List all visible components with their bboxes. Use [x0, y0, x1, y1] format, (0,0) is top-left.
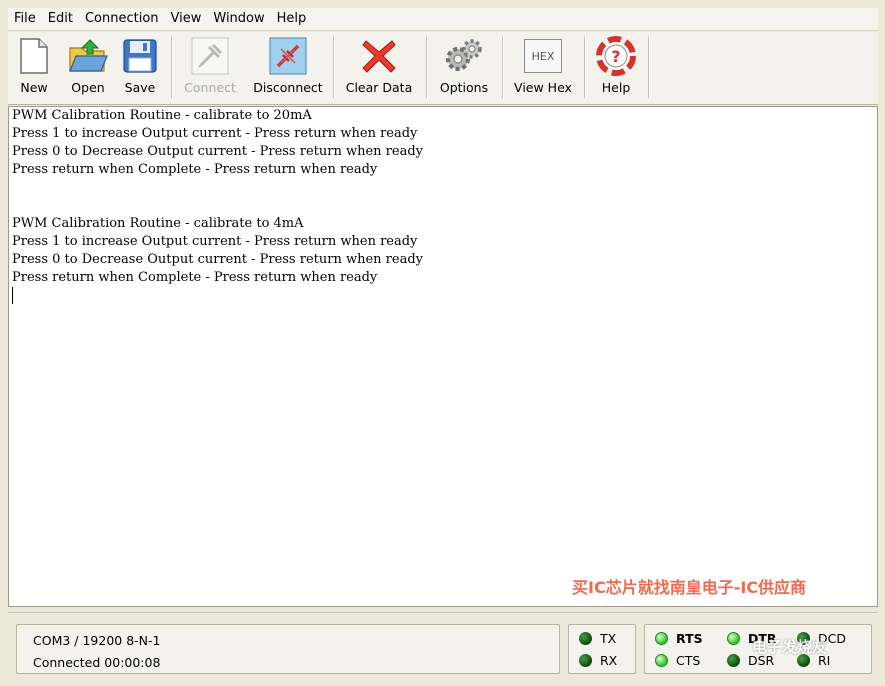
tx-label: TX [600, 631, 617, 646]
tx-indicator: TX [579, 631, 616, 646]
toolbar-separator [648, 36, 650, 98]
connect-label: Connect [184, 80, 236, 95]
connected-time: Connected 00:00:08 [33, 655, 161, 670]
connection-status-panel: COM3 / 19200 8-N-1 Connected 00:00:08 [16, 624, 560, 674]
disconnect-button[interactable]: Disconnect [252, 36, 324, 100]
txrx-lamp-panel: TX RX [568, 624, 636, 674]
new-label: New [20, 80, 48, 95]
cts-label: CTS [676, 653, 701, 668]
new-button[interactable]: New [12, 36, 56, 100]
open-folder-icon [68, 36, 108, 76]
terminal-line: PWM Calibration Routine - calibrate to 2… [12, 108, 312, 123]
rts-label: RTS [676, 631, 703, 646]
lifebuoy-help-icon: ? [596, 36, 636, 76]
clear-data-button[interactable]: Clear Data [344, 36, 414, 100]
tx-led-icon [579, 632, 592, 645]
rx-led-icon [579, 654, 592, 667]
toolbar-separator [584, 36, 586, 98]
menu-help[interactable]: Help [271, 9, 313, 29]
menu-edit[interactable]: Edit [42, 9, 79, 29]
terminal-line: Press return when Complete - Press retur… [12, 162, 378, 177]
open-label: Open [71, 80, 105, 95]
help-label: Help [601, 80, 631, 95]
toolbar-separator [333, 36, 335, 98]
hex-icon: HEX [523, 36, 563, 76]
terminal-line: PWM Calibration Routine - calibrate to 4… [12, 216, 304, 231]
save-label: Save [124, 80, 156, 95]
terminal-line: Press 0 to Decrease Output current - Pre… [12, 144, 423, 159]
menu-connection[interactable]: Connection [79, 9, 165, 29]
text-cursor [12, 287, 13, 304]
options-label: Options [439, 80, 489, 95]
rx-indicator: RX [579, 653, 617, 668]
terminal-line: Press 1 to increase Output current - Pre… [12, 234, 418, 249]
connect-button[interactable]: Connect [180, 36, 240, 100]
open-button[interactable]: Open [64, 36, 112, 100]
help-button[interactable]: ? Help [592, 36, 640, 100]
toolbar: New Open Save Connect Disconnect Clear D… [8, 32, 878, 105]
app-window: File Edit Connection View Window Help Ne… [0, 0, 885, 686]
menu-window[interactable]: Window [207, 9, 270, 29]
view-hex-button[interactable]: HEX View Hex [511, 36, 575, 100]
clear-x-icon [359, 36, 399, 76]
svg-text:?: ? [611, 47, 620, 66]
watermark-text: 买IC芯片就找南皇电子-IC供应商 [572, 578, 807, 597]
view-hex-label: View Hex [514, 80, 572, 95]
clear-data-label: Clear Data [345, 80, 413, 95]
dsr-led-icon [727, 654, 740, 667]
rx-label: RX [600, 653, 618, 668]
dtr-led-icon [727, 632, 740, 645]
toolbar-separator [426, 36, 428, 98]
terminal-line: Press 0 to Decrease Output current - Pre… [12, 252, 423, 267]
save-disk-icon [120, 36, 160, 76]
toolbar-separator [502, 36, 504, 98]
terminal-line: Press return when Complete - Press retur… [12, 270, 378, 285]
menu-bar: File Edit Connection View Window Help [8, 8, 878, 31]
watermark-logo-text: 电子发烧友 [752, 638, 828, 656]
save-button[interactable]: Save [118, 36, 162, 100]
options-button[interactable]: Options [436, 36, 492, 100]
connect-plug-icon [190, 36, 230, 76]
cts-led-icon [655, 654, 668, 667]
disconnect-plug-icon [268, 36, 308, 76]
toolbar-separator [171, 36, 173, 98]
rts-indicator: RTS [655, 631, 703, 646]
terminal-output[interactable]: PWM Calibration Routine - calibrate to 2… [8, 106, 878, 607]
status-bar: COM3 / 19200 8-N-1 Connected 00:00:08 TX… [8, 612, 878, 679]
rts-led-icon [655, 632, 668, 645]
menu-file[interactable]: File [8, 9, 42, 29]
menu-view[interactable]: View [165, 9, 208, 29]
hex-icon-text: HEX [524, 39, 562, 73]
disconnect-label: Disconnect [253, 80, 323, 95]
gears-icon [444, 36, 484, 76]
port-settings: COM3 / 19200 8-N-1 [33, 633, 161, 648]
new-document-icon [14, 36, 54, 76]
cts-indicator: CTS [655, 653, 700, 668]
terminal-line: Press 1 to increase Output current - Pre… [12, 126, 418, 141]
